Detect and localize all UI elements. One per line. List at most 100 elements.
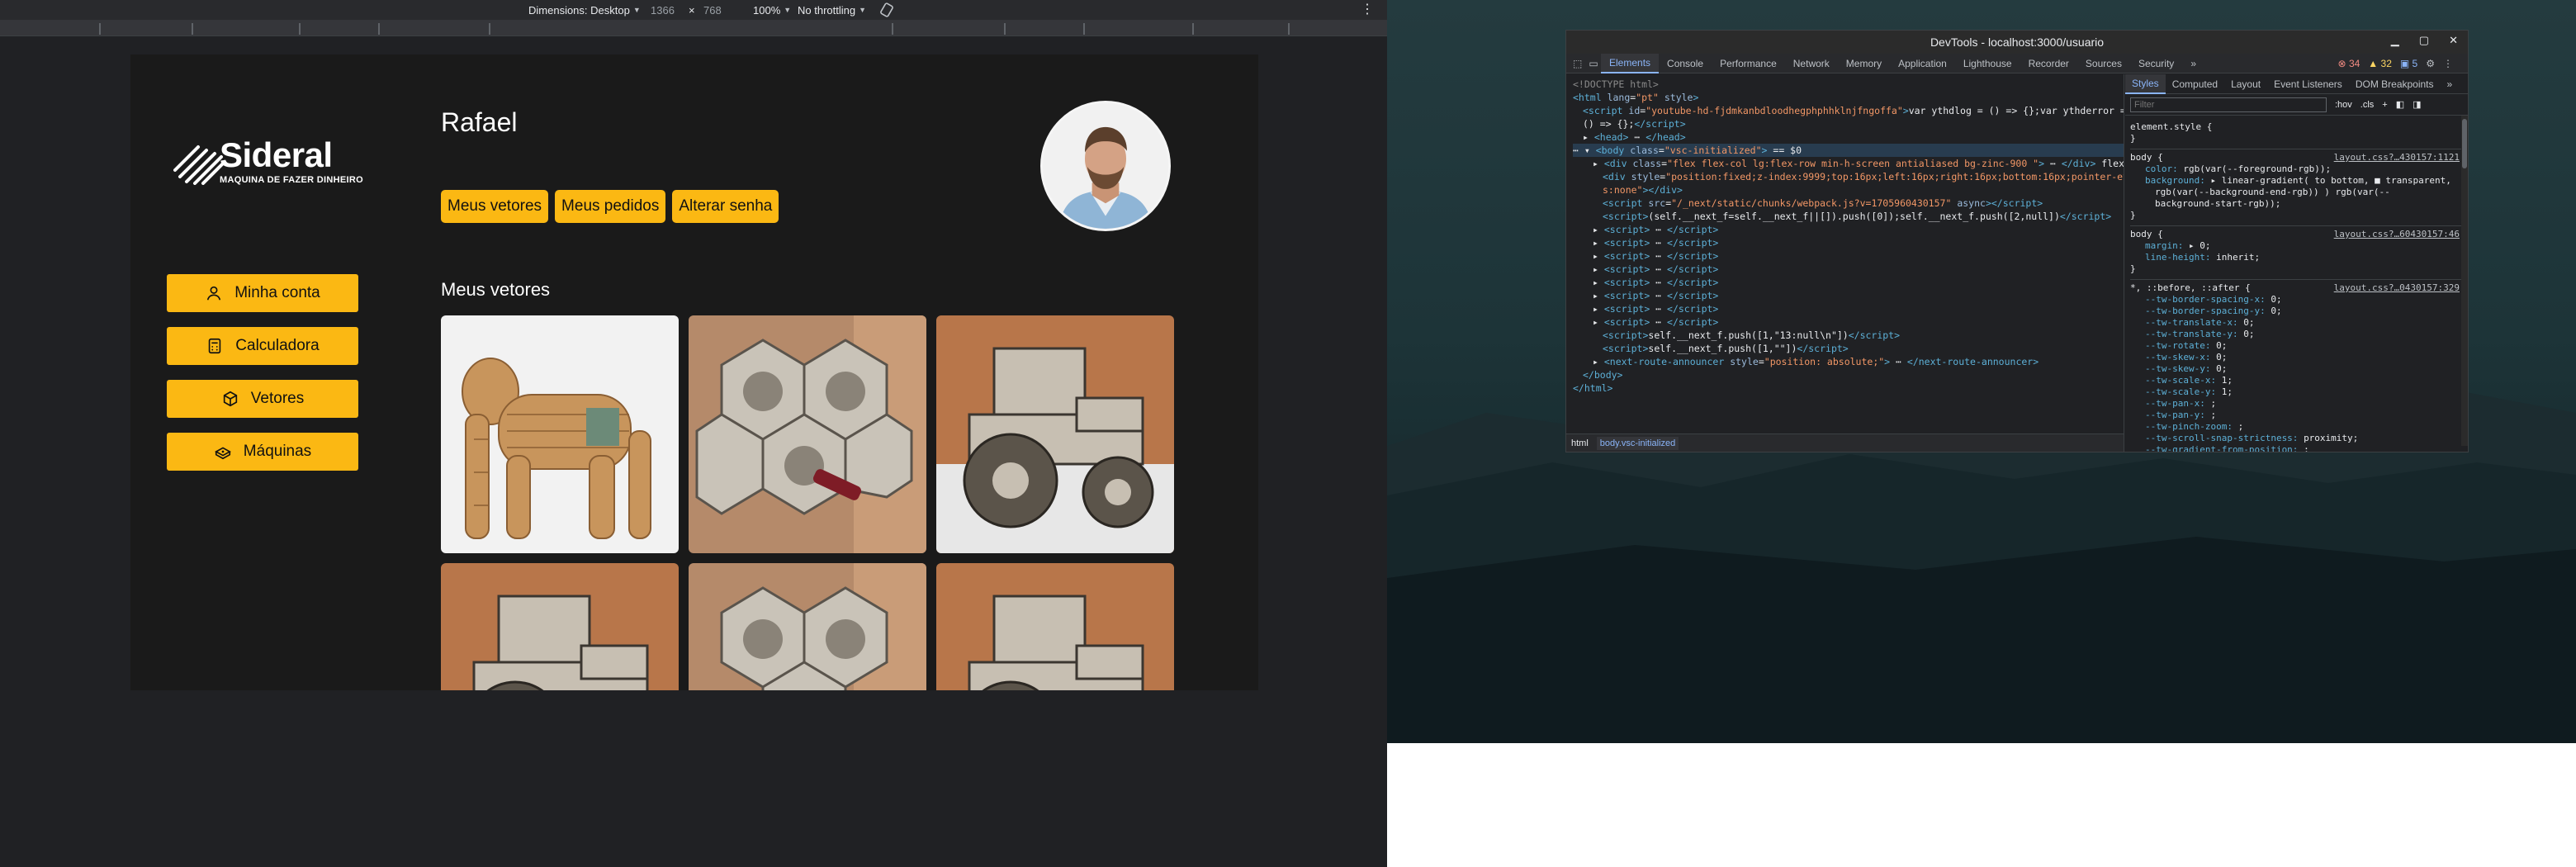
close-icon[interactable]: ✕ (2449, 34, 2458, 47)
css-property-name[interactable]: --tw-scale-y: (2145, 386, 2222, 397)
dom-node-line[interactable]: ▸ <script> ⋯ </script> (1573, 223, 2124, 236)
css-rule[interactable]: body {layout.css?…430157:1121 color: rgb(… (2130, 149, 2463, 226)
product-card-wine-rack[interactable] (689, 563, 926, 690)
tab-layout[interactable]: Layout (2224, 74, 2267, 94)
css-property-name[interactable]: --tw-skew-y: (2145, 363, 2216, 374)
css-declaration[interactable]: background-start-rgb)); (2130, 198, 2463, 210)
css-declaration[interactable]: --tw-translate-y: 0; (2130, 329, 2463, 340)
css-property-name[interactable]: line-height: (2145, 252, 2216, 263)
css-property-name[interactable]: --tw-translate-x: (2145, 317, 2243, 328)
css-source-link[interactable]: layout.css?…0430157:329 (2334, 282, 2460, 294)
dom-node-line[interactable]: ▸ <script> ⋯ </script> (1573, 289, 2124, 302)
warning-count-badge[interactable]: ▲ 32 (2368, 58, 2392, 69)
dom-node-line[interactable]: ▸ <script> ⋯ </script> (1573, 249, 2124, 263)
css-property-name[interactable]: --tw-pan-y: (2145, 410, 2210, 420)
sidebar-item-calculadora[interactable]: Calculadora (167, 327, 358, 365)
breadcrumb-html[interactable]: html (1571, 438, 1589, 448)
tab-styles[interactable]: Styles (2125, 74, 2166, 94)
css-property-value[interactable]: ; (2238, 421, 2244, 432)
css-rule[interactable]: element.style {} (2130, 119, 2463, 149)
css-source-link[interactable]: layout.css?…60430157:46 (2334, 229, 2460, 240)
css-property-name[interactable]: --tw-pinch-zoom: (2145, 421, 2238, 432)
css-property-name[interactable]: --tw-rotate: (2145, 340, 2216, 351)
css-declaration[interactable]: --tw-border-spacing-y: 0; (2130, 306, 2463, 317)
css-declaration[interactable]: line-height: inherit; (2130, 252, 2463, 263)
dom-node-line[interactable]: ⋯ ▾ <body class="vsc-initialized"> == $0 (1573, 144, 2124, 157)
css-declaration[interactable]: margin: ▸ 0; (2130, 240, 2463, 252)
rotate-device-icon[interactable] (878, 2, 895, 18)
css-declaration[interactable]: background: ▸ linear-gradient( to bottom… (2130, 175, 2463, 187)
css-property-name[interactable]: background: (2145, 175, 2210, 186)
tab-dom-breakpoints[interactable]: DOM Breakpoints (2349, 74, 2441, 94)
dom-node-line[interactable]: <script>self.__next_f.push([1,""])</scri… (1573, 342, 2124, 355)
styles-scrollbar[interactable] (2461, 116, 2468, 446)
css-property-name[interactable]: margin: (2145, 240, 2189, 251)
dom-node-line[interactable]: <script src="/_next/static/chunks/webpac… (1573, 197, 2124, 210)
device-toggle-icon[interactable]: ▭ (1589, 58, 1598, 69)
tab-sources[interactable]: Sources (2077, 54, 2130, 73)
css-declaration[interactable]: rgb(var(--background-end-rgb)) ) rgb(var… (2130, 187, 2463, 198)
css-property-value[interactable]: ; (2210, 410, 2216, 420)
tab-meus-vetores[interactable]: Meus vetores (441, 190, 549, 223)
sidebar-item-minha-conta[interactable]: Minha conta (167, 274, 358, 312)
css-property-name[interactable]: --tw-scroll-snap-strictness: (2145, 433, 2304, 443)
dom-node-line[interactable]: ▸ <script> ⋯ </script> (1573, 302, 2124, 315)
product-card-tractor[interactable] (936, 563, 1174, 690)
more-tabs-icon[interactable]: » (2182, 54, 2204, 73)
dom-node-line[interactable]: <script id="youtube-hd-fjdmkanbdloodhegp… (1573, 104, 2124, 117)
dom-node-line[interactable]: ▸ <div class="flex flex-col lg:flex-row … (1573, 157, 2124, 170)
inspect-element-icon[interactable]: ⬚ (1573, 58, 1582, 69)
dom-node-line[interactable]: s:none"></div> (1573, 183, 2124, 197)
more-options-icon[interactable]: ⋮ (1361, 2, 1374, 18)
tab-memory[interactable]: Memory (1838, 54, 1890, 73)
css-property-value[interactable]: ; (2210, 398, 2216, 409)
dom-node-line[interactable]: <script>(self.__next_f=self.__next_f||[]… (1573, 210, 2124, 223)
zoom-select[interactable]: 100% ▼ (753, 0, 791, 20)
css-declaration[interactable]: --tw-scale-x: 1; (2130, 375, 2463, 386)
css-property-value[interactable]: proximity; (2304, 433, 2358, 443)
hov-toggle[interactable]: :hov (2335, 100, 2352, 110)
maximize-icon[interactable]: ▢ (2419, 34, 2429, 47)
css-property-value[interactable]: background-start-rgb)); (2155, 198, 2280, 209)
product-card-wine-rack[interactable] (689, 315, 926, 553)
product-card-gorilla-shelf[interactable] (441, 315, 679, 553)
css-property-name[interactable]: --tw-border-spacing-x: (2145, 294, 2271, 305)
height-input[interactable]: 768 (703, 0, 722, 20)
product-card-tractor[interactable] (441, 563, 679, 690)
css-property-value[interactable]: 0; (2216, 352, 2227, 362)
tab-network[interactable]: Network (1785, 54, 1838, 73)
css-property-name[interactable]: --tw-scale-x: (2145, 375, 2222, 386)
dom-node-line[interactable]: <!DOCTYPE html> (1573, 78, 2124, 91)
css-property-value[interactable]: 0; (2243, 329, 2254, 339)
dom-node-line[interactable]: () => {};</script> (1573, 117, 2124, 130)
css-declaration[interactable]: --tw-border-spacing-x: 0; (2130, 294, 2463, 306)
tab-console[interactable]: Console (1659, 54, 1712, 73)
css-declaration[interactable]: --tw-rotate: 0; (2130, 340, 2463, 352)
css-property-name[interactable]: --tw-skew-x: (2145, 352, 2216, 362)
css-property-value[interactable]: ▸ linear-gradient( to bottom, ■ transpar… (2210, 175, 2451, 186)
width-input[interactable]: 1366 (651, 0, 675, 20)
tab-meus-pedidos[interactable]: Meus pedidos (555, 190, 666, 223)
css-property-value[interactable]: inherit; (2216, 252, 2260, 263)
more-tabs-icon[interactable]: » (2441, 74, 2460, 94)
tab-computed[interactable]: Computed (2166, 74, 2224, 94)
css-property-value[interactable]: 0; (2216, 340, 2227, 351)
styles-filter-input[interactable] (2130, 97, 2327, 112)
dom-node-line[interactable]: <html lang="pt" style> (1573, 91, 2124, 104)
css-property-value[interactable]: 0; (2243, 317, 2254, 328)
devtools-titlebar[interactable]: DevTools - localhost:3000/usuario ▁ ▢ ✕ (1566, 31, 2468, 54)
css-declaration[interactable]: --tw-skew-x: 0; (2130, 352, 2463, 363)
product-card-tractor[interactable] (936, 315, 1174, 553)
css-rule[interactable]: body {layout.css?…60430157:46 margin: ▸ 0… (2130, 226, 2463, 280)
throttling-select[interactable]: No throttling ▼ (798, 0, 866, 20)
cls-toggle[interactable]: .cls (2361, 100, 2375, 110)
minimize-icon[interactable]: ▁ (2391, 34, 2399, 47)
css-property-name[interactable]: --tw-pan-x: (2145, 398, 2210, 409)
css-rule[interactable]: *, ::before, ::after {layout.css?…043015… (2130, 280, 2463, 452)
dom-tree[interactable]: <!DOCTYPE html> <html lang="pt" style> <sc… (1566, 74, 2124, 395)
dom-node-line[interactable]: ▸ <next-route-announcer style="position:… (1573, 355, 2124, 368)
media-query-ruler[interactable] (0, 20, 1387, 36)
css-declaration[interactable]: --tw-pan-y: ; (2130, 410, 2463, 421)
dom-node-line[interactable]: </html> (1573, 381, 2124, 395)
css-property-value[interactable]: ; (2304, 444, 2309, 452)
